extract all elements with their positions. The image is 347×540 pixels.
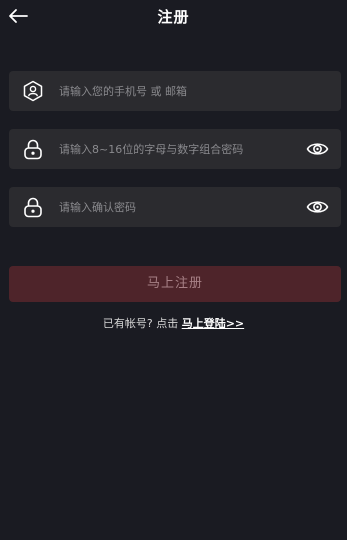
register-button[interactable]: 马上注册 xyxy=(9,266,341,302)
login-link[interactable]: 马上登陆>> xyxy=(182,317,244,330)
confirm-password-input[interactable] xyxy=(59,187,299,227)
page-title: 注册 xyxy=(157,8,190,26)
user-badge-icon xyxy=(23,80,43,102)
account-field[interactable] xyxy=(9,71,341,111)
password-field[interactable] xyxy=(9,129,341,169)
account-input[interactable] xyxy=(59,71,299,111)
login-prompt: 已有帐号? 点击 马上登陆>> xyxy=(0,315,347,331)
eye-icon[interactable] xyxy=(306,138,329,160)
lock-icon xyxy=(24,197,42,218)
password-input[interactable] xyxy=(59,129,299,169)
eye-icon[interactable] xyxy=(306,196,329,218)
lock-icon xyxy=(24,139,42,160)
top-bar: 注册 xyxy=(0,0,347,34)
confirm-password-field[interactable] xyxy=(9,187,341,227)
login-prompt-text: 已有帐号? 点击 xyxy=(102,317,182,330)
